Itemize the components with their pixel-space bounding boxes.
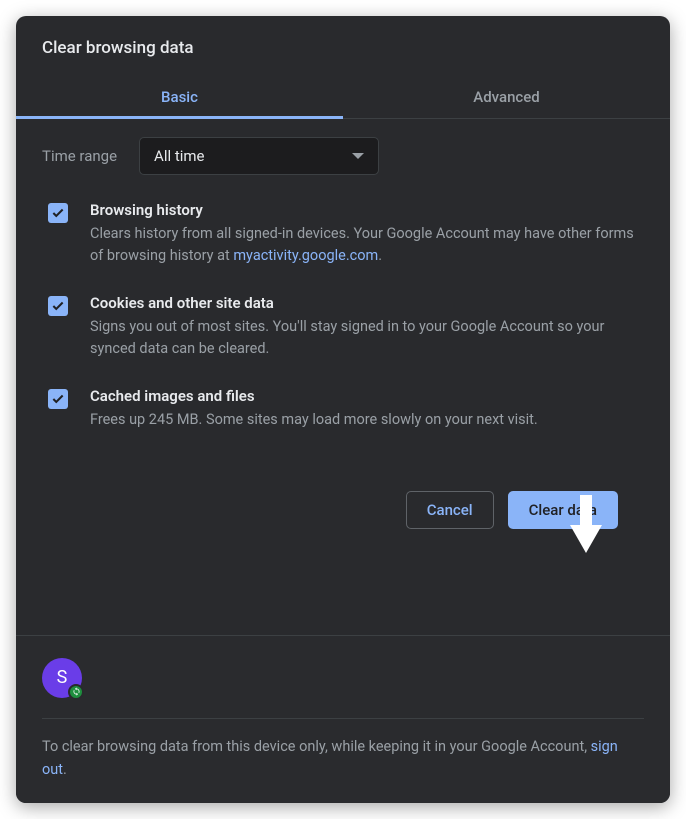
tab-label: Advanced [473,88,539,106]
dialog-footer: S To clear browsing data from this devic… [16,635,670,803]
time-range-value: All time [154,147,204,165]
account-row: S [42,658,644,698]
option-description: Frees up 245 MB. Some sites may load mor… [90,409,538,431]
tab-bar: Basic Advanced [16,76,670,119]
check-icon [51,392,65,406]
tab-advanced[interactable]: Advanced [343,76,670,118]
option-cache: Cached images and files Frees up 245 MB.… [42,387,644,431]
checkbox-browsing-history[interactable] [48,203,68,223]
footer-text: To clear browsing data from this device … [42,735,644,781]
chevron-down-icon [352,153,364,159]
time-range-row: Time range All time [42,137,644,175]
dialog-body: Time range All time Browsing history Cle… [16,119,670,635]
option-title: Cookies and other site data [90,294,644,312]
myactivity-link[interactable]: myactivity.google.com [233,247,378,264]
divider [42,718,644,719]
option-description: Clears history from all signed-in device… [90,223,644,268]
checkbox-cache[interactable] [48,389,68,409]
dialog-title: Clear browsing data [16,16,670,76]
avatar-initial: S [57,667,68,688]
avatar[interactable]: S [42,658,82,698]
option-cookies: Cookies and other site data Signs you ou… [42,294,644,361]
option-description: Signs you out of most sites. You'll stay… [90,316,644,361]
option-title: Cached images and files [90,387,538,405]
tab-label: Basic [161,88,198,106]
option-browsing-history: Browsing history Clears history from all… [42,201,644,268]
sync-badge-icon [68,684,84,700]
option-title: Browsing history [90,201,644,219]
check-icon [51,206,65,220]
button-row: Cancel Clear data [42,491,644,551]
tab-basic[interactable]: Basic [16,76,343,118]
clear-browsing-data-dialog: Clear browsing data Basic Advanced Time … [16,16,670,803]
time-range-select[interactable]: All time [139,137,379,175]
cancel-button[interactable]: Cancel [406,491,494,529]
arrow-down-icon [566,495,606,553]
check-icon [51,299,65,313]
time-range-label: Time range [42,147,117,165]
checkbox-cookies[interactable] [48,296,68,316]
